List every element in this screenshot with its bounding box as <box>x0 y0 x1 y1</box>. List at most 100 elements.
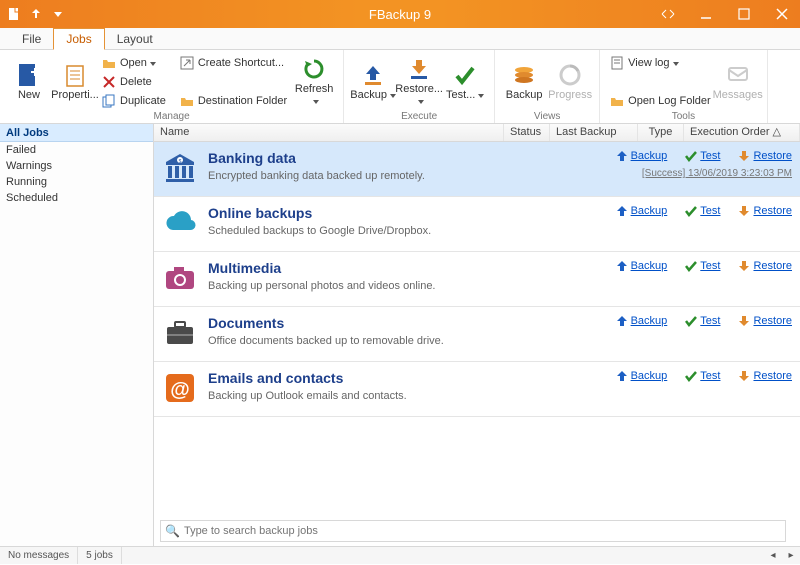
compact-mode-icon[interactable] <box>650 0 686 28</box>
job-row[interactable]: $ Banking data Encrypted banking data ba… <box>154 142 800 197</box>
folder-open-icon <box>102 56 116 70</box>
job-title: Documents <box>208 315 606 331</box>
test-button[interactable]: Test... <box>442 54 488 110</box>
svg-text:$: $ <box>179 159 182 165</box>
job-restore-link[interactable]: Restore <box>738 315 792 327</box>
camera-icon <box>162 260 198 296</box>
sidebar: All Jobs Failed Warnings Running Schedul… <box>0 124 154 546</box>
close-button[interactable] <box>764 0 800 28</box>
col-lastbackup[interactable]: Last Backup Date <box>550 124 638 141</box>
view-log-button[interactable]: View log <box>606 54 715 72</box>
sidebar-all-jobs[interactable]: All Jobs <box>0 124 153 142</box>
col-status[interactable]: Status <box>504 124 550 141</box>
restore-icon <box>406 56 432 82</box>
refresh-icon <box>301 56 327 82</box>
job-restore-link[interactable]: Restore <box>738 260 792 272</box>
destination-folder-button[interactable]: Destination Folder <box>176 92 291 110</box>
search-input[interactable] <box>184 525 785 537</box>
create-shortcut-button[interactable]: Create Shortcut... <box>176 54 291 72</box>
job-description: Encrypted banking data backed up remotel… <box>208 170 606 182</box>
sidebar-item-running[interactable]: Running <box>0 174 153 190</box>
search-icon: 🔍 <box>165 524 180 538</box>
properties-button[interactable]: Properti... <box>52 54 98 110</box>
tab-strip: File Jobs Layout <box>0 28 800 50</box>
maximize-button[interactable] <box>726 0 762 28</box>
job-restore-link[interactable]: Restore <box>738 205 792 217</box>
folder-icon <box>180 94 194 108</box>
sidebar-item-warnings[interactable]: Warnings <box>0 158 153 174</box>
job-test-link[interactable]: Test <box>685 150 720 162</box>
group-label-tools: Tools <box>600 111 767 123</box>
job-backup-link[interactable]: Backup <box>616 150 668 162</box>
group-label-views: Views <box>495 111 599 123</box>
properties-icon <box>62 62 88 88</box>
job-backup-link[interactable]: Backup <box>616 205 668 217</box>
job-description: Scheduled backups to Google Drive/Dropbo… <box>208 225 606 237</box>
job-last-status[interactable]: [Success] 13/06/2019 3:23:03 PM <box>642 168 792 179</box>
duplicate-button[interactable]: Duplicate <box>98 92 170 110</box>
sort-asc-icon: △ <box>773 126 781 138</box>
stack-icon <box>511 62 537 88</box>
bank-icon: $ <box>162 150 198 186</box>
minimize-button[interactable] <box>688 0 724 28</box>
delete-button[interactable]: Delete <box>98 73 170 91</box>
col-execution-order[interactable]: Execution Order △ <box>684 124 800 141</box>
job-title: Banking data <box>208 150 606 166</box>
upload-icon[interactable] <box>28 6 44 22</box>
col-type[interactable]: Type <box>638 124 684 141</box>
scroll-left-icon[interactable]: ◂ <box>764 550 782 561</box>
briefcase-icon <box>162 315 198 351</box>
job-test-link[interactable]: Test <box>685 260 720 272</box>
tab-layout[interactable]: Layout <box>105 29 165 49</box>
scroll-right-icon[interactable]: ▸ <box>782 550 800 561</box>
job-backup-link[interactable]: Backup <box>616 315 668 327</box>
sidebar-item-scheduled[interactable]: Scheduled <box>0 190 153 206</box>
svg-text:@: @ <box>170 379 190 401</box>
new-doc-icon[interactable] <box>6 6 22 22</box>
view-backup-button[interactable]: Backup <box>501 54 547 110</box>
app-title: FBackup 9 <box>369 7 431 22</box>
tab-jobs[interactable]: Jobs <box>53 28 104 50</box>
duplicate-icon <box>102 94 116 108</box>
backup-icon <box>360 62 386 88</box>
messages-icon <box>725 62 751 88</box>
restore-button[interactable]: Restore... <box>396 54 442 110</box>
job-title: Online backups <box>208 205 606 221</box>
status-bar: No messages 5 jobs ◂ ▸ <box>0 546 800 564</box>
log-icon <box>610 56 624 70</box>
ribbon: New Properti... Open Delete Duplicate Cr… <box>0 50 800 124</box>
folder-icon <box>610 94 624 108</box>
job-description: Office documents backed up to removable … <box>208 335 606 347</box>
at-icon: @ <box>162 370 198 406</box>
qat-dropdown-icon[interactable] <box>50 6 66 22</box>
messages-button[interactable]: Messages <box>715 54 761 110</box>
search-bar[interactable]: 🔍 <box>160 520 786 542</box>
progress-button[interactable]: Progress <box>547 54 593 110</box>
job-test-link[interactable]: Test <box>685 370 720 382</box>
new-icon <box>16 62 42 88</box>
sidebar-item-failed[interactable]: Failed <box>0 142 153 158</box>
job-row[interactable]: Documents Office documents backed up to … <box>154 307 800 362</box>
column-headers: Name Status Last Backup Date Type Execut… <box>154 124 800 142</box>
tab-file[interactable]: File <box>10 29 53 49</box>
job-row[interactable]: @ Emails and contacts Backing up Outlook… <box>154 362 800 417</box>
col-name[interactable]: Name <box>154 124 504 141</box>
job-description: Backing up personal photos and videos on… <box>208 280 606 292</box>
group-label-execute: Execute <box>344 111 494 123</box>
job-description: Backing up Outlook emails and contacts. <box>208 390 606 402</box>
job-row[interactable]: Multimedia Backing up personal photos an… <box>154 252 800 307</box>
job-test-link[interactable]: Test <box>685 205 720 217</box>
new-button[interactable]: New <box>6 54 52 110</box>
title-bar: FBackup 9 <box>0 0 800 28</box>
open-log-folder-button[interactable]: Open Log Folder <box>606 92 715 110</box>
job-backup-link[interactable]: Backup <box>616 370 668 382</box>
job-restore-link[interactable]: Restore <box>738 370 792 382</box>
job-restore-link[interactable]: Restore <box>738 150 792 162</box>
open-button[interactable]: Open <box>98 54 170 72</box>
job-backup-link[interactable]: Backup <box>616 260 668 272</box>
job-test-link[interactable]: Test <box>685 315 720 327</box>
job-title: Multimedia <box>208 260 606 276</box>
job-row[interactable]: Online backups Scheduled backups to Goog… <box>154 197 800 252</box>
refresh-button[interactable]: Refresh <box>291 54 337 110</box>
backup-button[interactable]: Backup <box>350 54 396 110</box>
